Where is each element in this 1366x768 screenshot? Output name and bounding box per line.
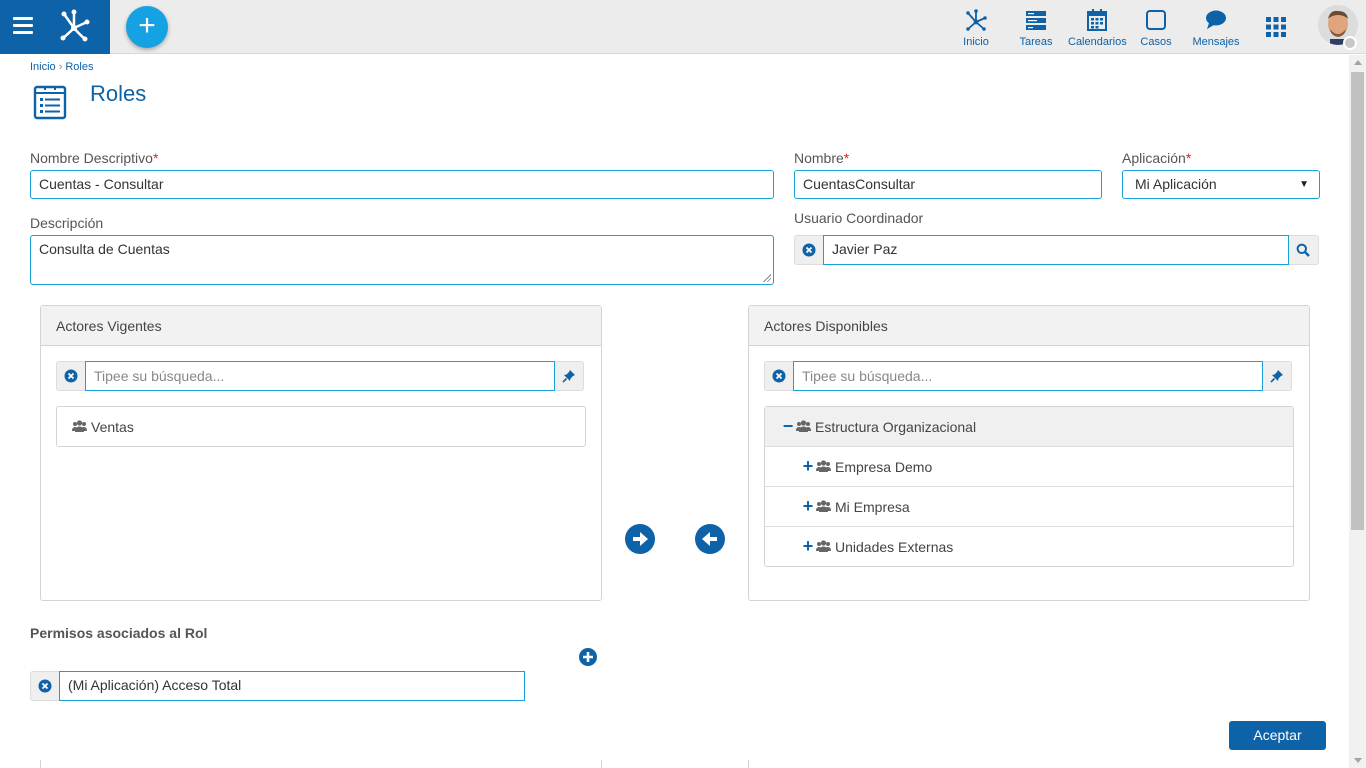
actores-disponibles-search-input[interactable]: Tipee su búsqueda... [793,361,1263,391]
pin-icon [1270,370,1283,383]
clear-circle-icon [38,679,52,693]
clear-user-button[interactable] [794,235,824,265]
breadcrumb-separator: › [58,61,63,73]
tree-node-label: Mi Empresa [835,499,910,515]
user-status-indicator [1343,36,1357,50]
breadcrumb-home-link[interactable]: Inicio [30,61,56,73]
nav-inicio[interactable]: Inicio [956,6,996,50]
nav-label: Calendarios [1068,36,1127,48]
collapse-icon[interactable]: − [780,406,796,446]
permission-field[interactable]: (Mi Aplicación) Acceso Total [59,671,525,701]
permisos-section-title: Permisos asociados al Rol [30,625,208,641]
usuario-coordinador-field[interactable]: Javier Paz [823,235,1289,265]
brand-area [0,0,110,54]
nombre-field[interactable]: CuentasConsultar [794,170,1102,199]
aplicacion-selected-value: Mi Aplicación [1135,176,1217,192]
pin-button[interactable] [1263,361,1292,391]
list-item[interactable]: Ventas [57,407,585,447]
actores-disponibles-panel: Actores Disponibles Tipee su búsqueda...… [748,305,1310,601]
nav-label: Inicio [963,36,989,48]
page-scrollbar[interactable] [1349,55,1366,768]
scroll-down-arrow-icon[interactable] [1354,758,1362,763]
clear-circle-icon [64,369,78,383]
remove-permission-button[interactable] [30,671,60,701]
roles-form-icon [33,85,67,120]
search-user-button[interactable] [1289,235,1319,265]
page-title: Roles [90,81,147,106]
nombre-descriptivo-field[interactable]: Cuentas - Consultar [30,170,774,199]
messages-icon [1206,10,1226,29]
accept-button[interactable]: Aceptar [1229,721,1326,750]
plus-icon [583,652,593,662]
nav-label: Tareas [1019,36,1053,48]
usuario-coordinador-label: Usuario Coordinador [794,210,924,226]
search-icon [1296,243,1310,257]
tasks-icon [1026,11,1046,30]
aplicacion-select[interactable]: Mi Aplicación ▼ [1122,170,1320,199]
move-left-button[interactable] [695,524,725,554]
nav-mensajes[interactable]: Mensajes [1192,6,1240,50]
clear-search-button[interactable] [764,361,794,391]
clear-circle-icon [772,369,786,383]
group-icon [816,460,831,473]
actores-vigentes-list: Ventas [56,406,586,447]
expand-icon[interactable]: + [800,446,816,486]
move-right-button[interactable] [625,524,655,554]
breadcrumb: Inicio › Roles [30,61,93,73]
list-item-label: Ventas [91,419,134,435]
actores-vigentes-search-input[interactable]: Tipee su búsqueda... [85,361,555,391]
nav-tareas[interactable]: Tareas [1016,6,1056,50]
hamburger-menu-icon[interactable] [13,17,37,37]
actores-disponibles-tree: − Estructura Organizacional + Empresa Demo… [764,406,1294,567]
nav-label: Mensajes [1192,36,1240,48]
group-icon [72,420,87,433]
nav-casos[interactable]: Casos [1138,6,1174,50]
arrow-left-icon [702,532,717,546]
tree-node[interactable]: + Unidades Externas [765,527,1293,567]
actores-vigentes-header: Actores Vigentes [41,306,601,346]
cases-icon [1146,10,1166,30]
nav-calendarios[interactable]: Calendarios [1068,6,1127,50]
pin-icon [562,370,575,383]
scroll-up-arrow-icon[interactable] [1354,60,1362,65]
scrollbar-thumb[interactable] [1351,72,1364,530]
descripcion-value: Consulta de Cuentas [39,241,170,257]
tree-node[interactable]: + Empresa Demo [765,447,1293,487]
descripcion-label: Descripción [30,215,104,231]
pin-button[interactable] [555,361,584,391]
top-bar: + Inicio Tareas Calendarios Casos Mensaj… [0,0,1366,54]
tree-node-label: Empresa Demo [835,459,933,475]
clear-search-button[interactable] [56,361,86,391]
arrow-right-icon [633,532,648,546]
nombre-label: Nombre* [794,150,850,166]
tree-node[interactable]: + Mi Empresa [765,487,1293,527]
process-icon [966,9,987,31]
tree-node-label: Estructura Organizacional [815,419,977,435]
calendar-icon [1087,9,1107,31]
chevron-down-icon: ▼ [1299,179,1309,190]
panel-border-stub [748,760,749,768]
aplicacion-label: Aplicación* [1122,150,1192,166]
tree-node-label: Unidades Externas [835,539,954,555]
descripcion-textarea[interactable]: Consulta de Cuentas [30,235,774,285]
group-icon [816,540,831,553]
add-new-button[interactable]: + [126,6,168,48]
panel-border-stub [601,760,602,768]
add-permission-button[interactable] [579,648,597,666]
app-logo-icon[interactable] [56,8,92,44]
clear-circle-icon [802,243,816,257]
expand-icon[interactable]: + [800,526,816,566]
resize-grip-icon[interactable] [763,274,771,282]
tree-node-root[interactable]: − Estructura Organizacional [765,407,1293,447]
expand-icon[interactable]: + [800,486,816,526]
panel-border-stub [40,760,41,768]
breadcrumb-current-link[interactable]: Roles [65,61,93,73]
group-icon [796,420,811,433]
nav-label: Casos [1140,36,1172,48]
nombre-descriptivo-label: Nombre Descriptivo* [30,150,159,166]
group-icon [816,500,831,513]
actores-disponibles-header: Actores Disponibles [749,306,1309,346]
actores-vigentes-panel: Actores Vigentes Tipee su búsqueda... Ve… [40,305,602,601]
apps-grid-icon[interactable] [1266,17,1286,37]
